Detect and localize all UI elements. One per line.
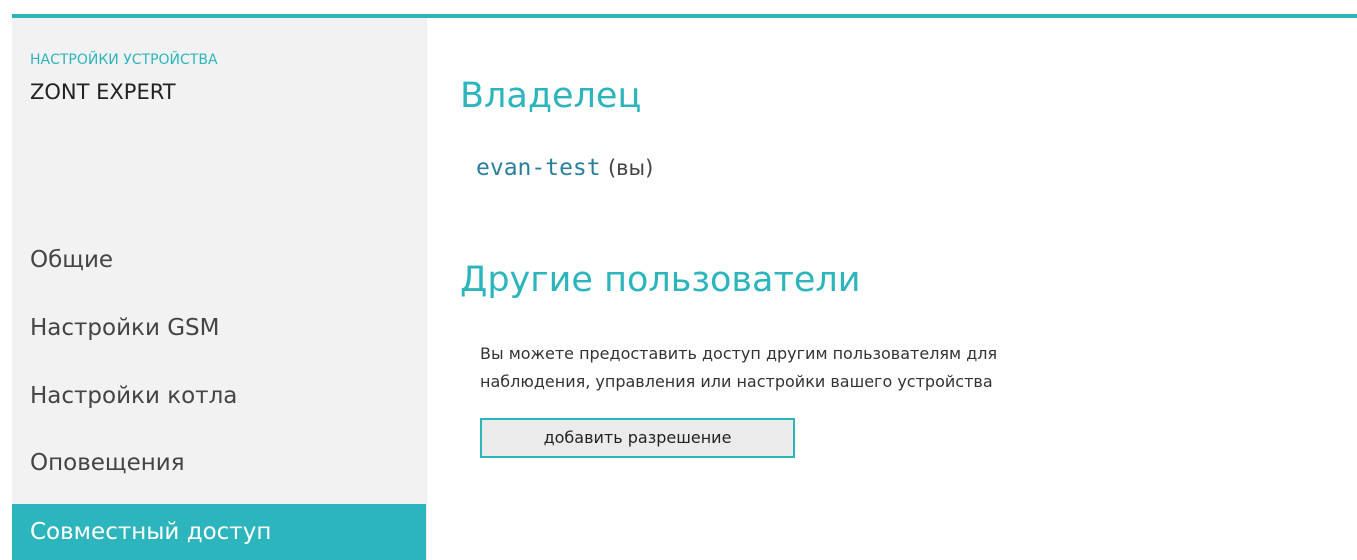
description-line-2: наблюдения, управления или настройки ваш… (480, 372, 993, 391)
owner-line: evan-test (вы) (476, 155, 653, 181)
device-name: ZONT EXPERT (30, 80, 176, 104)
owner-heading: Владелец (460, 76, 642, 116)
sidebar-item-shared-access[interactable]: Совместный доступ (12, 504, 426, 560)
add-permission-button[interactable]: добавить разрешение (480, 418, 795, 458)
sidebar-item-general[interactable]: Общие (12, 234, 426, 286)
other-users-heading: Другие пользователи (460, 260, 861, 300)
owner-username: evan-test (476, 155, 601, 181)
device-settings-window: НАСТРОЙКИ УСТРОЙСТВА ZONT EXPERT Общие Н… (0, 0, 1357, 560)
content-divider (426, 18, 427, 560)
sidebar-item-boiler-settings[interactable]: Настройки котла (12, 370, 426, 422)
left-margin (0, 18, 12, 560)
top-gap (0, 0, 1357, 14)
sidebar-subtitle: НАСТРОЙКИ УСТРОЙСТВА (30, 52, 218, 68)
other-users-description: Вы можете предоставить доступ другим пол… (480, 340, 1200, 396)
sidebar-item-notifications[interactable]: Оповещения (12, 437, 426, 489)
sidebar-item-gsm-settings[interactable]: Настройки GSM (12, 302, 426, 354)
owner-you-label: (вы) (607, 156, 654, 180)
description-line-1: Вы можете предоставить доступ другим пол… (480, 344, 998, 363)
